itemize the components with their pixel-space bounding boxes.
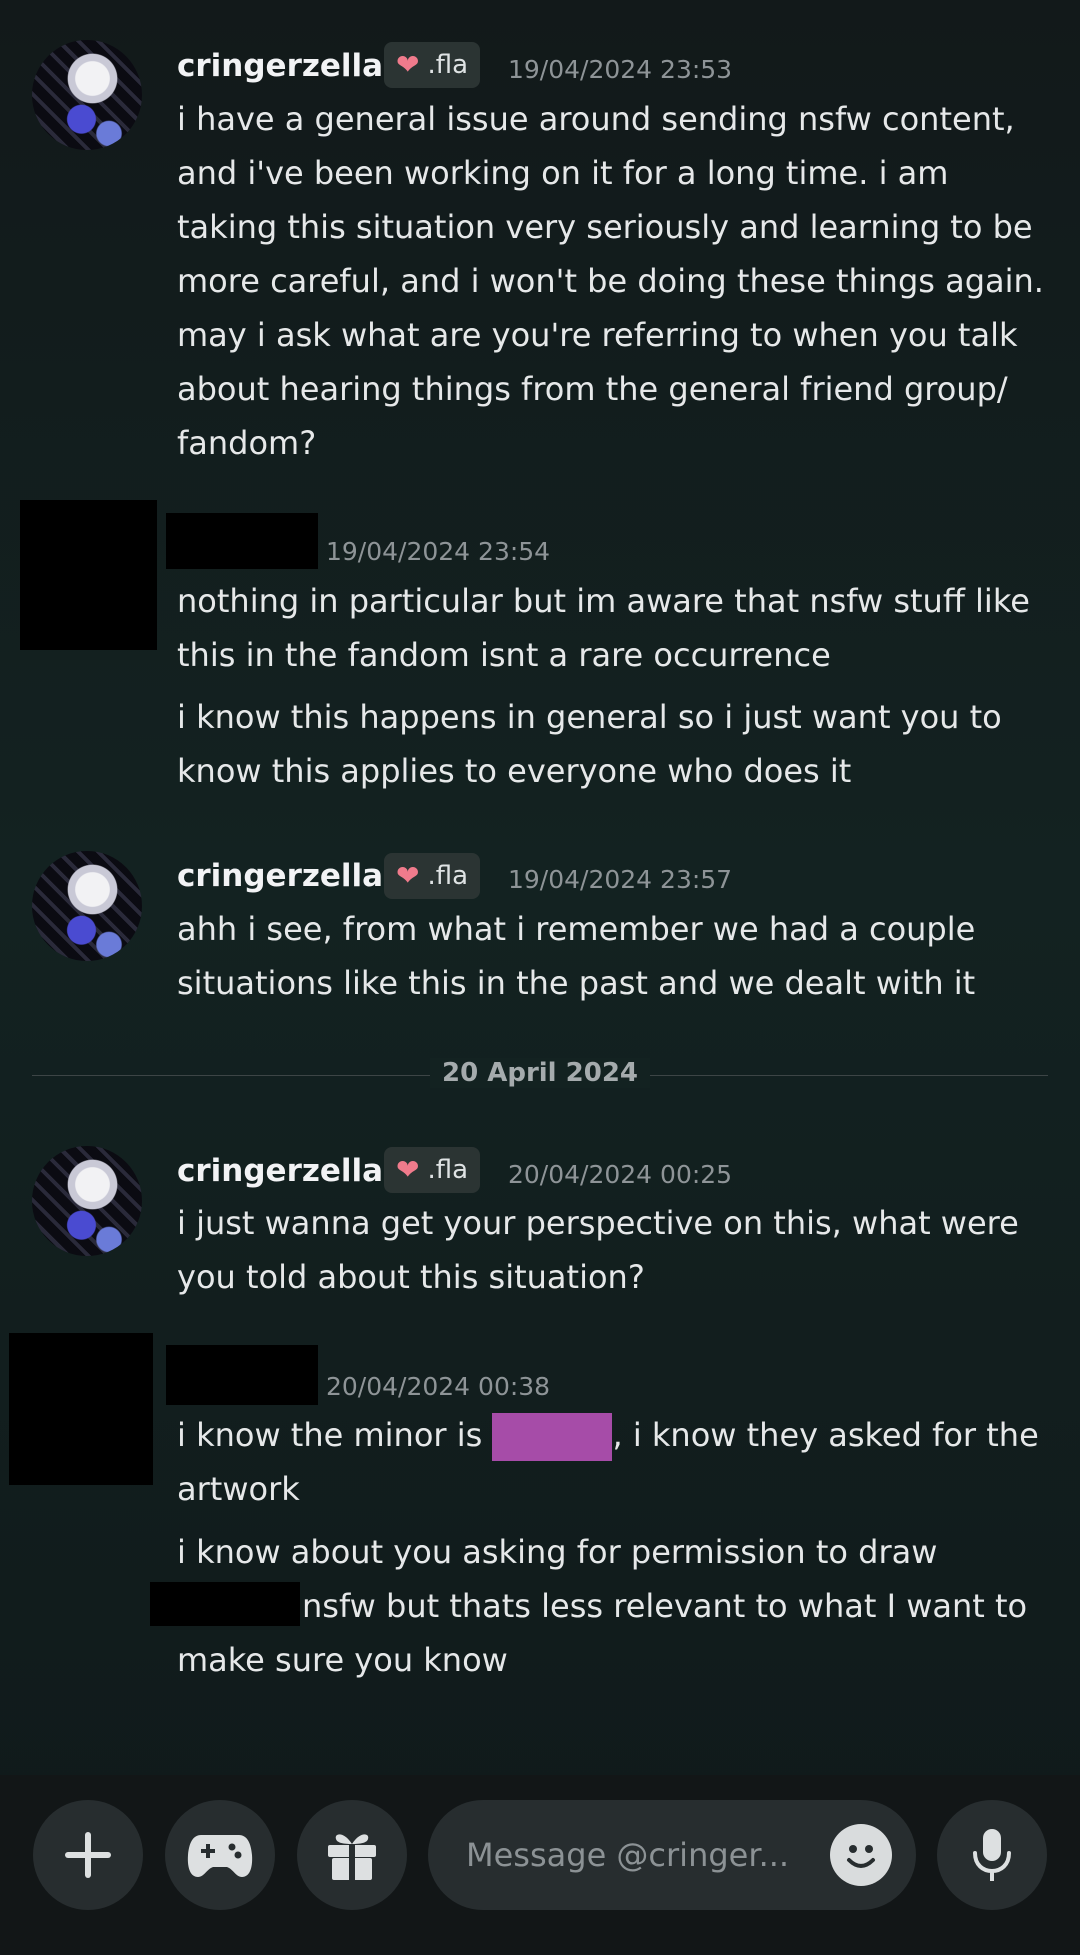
message-text: i have a general issue around sending ns… (177, 100, 1044, 462)
microphone-icon (973, 1829, 1011, 1881)
text-segment: i know the minor is (177, 1416, 493, 1454)
author-name[interactable]: cringerzella (177, 1153, 383, 1189)
activities-button[interactable] (165, 1800, 275, 1910)
date-divider: 20 April 2024 (430, 1058, 650, 1088)
gift-button[interactable] (297, 1800, 407, 1910)
gamepad-icon (187, 1835, 253, 1877)
voice-message-button[interactable] (937, 1800, 1047, 1910)
message-text: nothing in particular but im aware that … (177, 582, 1030, 674)
gift-icon (328, 1834, 376, 1880)
message-text: ahh i see, from what i remember we had a… (177, 910, 976, 1002)
redacted-author-name (166, 1345, 318, 1405)
heart-icon: ❤ (396, 1153, 420, 1186)
message-text: i know this happens in general so i just… (177, 698, 1002, 790)
clan-badge[interactable]: ❤ .fla (384, 42, 481, 88)
smiley-icon (847, 1845, 875, 1868)
timestamp: 20/04/2024 00:38 (326, 1372, 551, 1401)
heart-icon: ❤ (396, 859, 420, 892)
clan-badge[interactable]: ❤ .fla (384, 1147, 481, 1193)
badge-label: .fla (427, 50, 469, 80)
message-input[interactable]: Message @cringer... (428, 1800, 916, 1910)
badge-label: .fla (427, 861, 469, 891)
message-text: nsfw but thats less relevant to what I w… (177, 1587, 1028, 1679)
avatar[interactable] (32, 1146, 142, 1256)
author-name[interactable]: cringerzella (177, 48, 383, 84)
redacted-name (492, 1413, 613, 1461)
heart-icon: ❤ (396, 48, 420, 81)
redacted-author-name (166, 513, 318, 569)
timestamp: 19/04/2024 23:54 (326, 537, 551, 566)
badge-label: .fla (427, 1155, 469, 1185)
message-text: i know the minor is , i know they asked … (177, 1408, 1057, 1516)
avatar[interactable] (32, 851, 142, 961)
timestamp: 19/04/2024 23:53 (508, 55, 733, 84)
author-name[interactable]: cringerzella (177, 858, 383, 894)
clan-badge[interactable]: ❤ .fla (384, 853, 481, 899)
message-input-placeholder: Message @cringer... (466, 1836, 790, 1874)
redacted-avatar (20, 500, 157, 650)
plus-icon (65, 1832, 111, 1878)
timestamp: 19/04/2024 23:57 (508, 865, 733, 894)
avatar[interactable] (32, 40, 142, 150)
message-text: i know about you asking for permission t… (177, 1533, 938, 1571)
add-button[interactable] (33, 1800, 143, 1910)
emoji-button[interactable] (830, 1824, 892, 1886)
message-text: i just wanna get your perspective on thi… (177, 1204, 1019, 1296)
redacted-avatar (9, 1333, 153, 1485)
timestamp: 20/04/2024 00:25 (508, 1160, 733, 1189)
